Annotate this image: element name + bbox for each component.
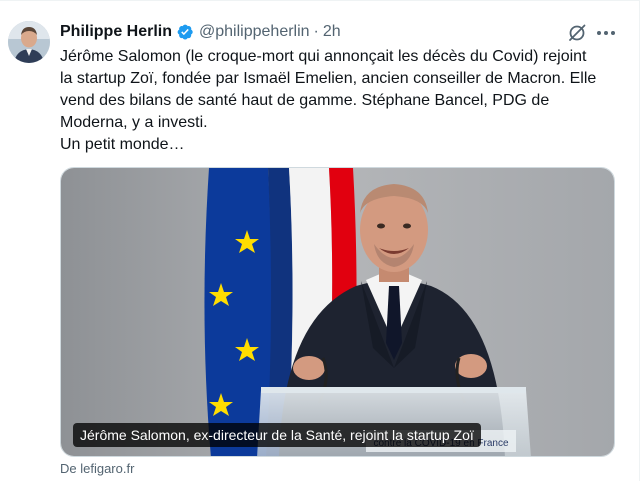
tweet-text-line: la startup Zoï, fondée par Ismaël Emelie… xyxy=(60,70,597,87)
tweet[interactable]: Philippe Herlin @philippeherlin · 2h Jér… xyxy=(0,0,640,481)
tweet-text: Jérôme Salomon (le croque-mort qui annon… xyxy=(60,46,632,156)
tweet-text-line: Moderna, y a investi. xyxy=(60,114,208,131)
tweet-text-line: vend des bilans de santé haut de gamme. … xyxy=(60,92,550,109)
more-options-icon[interactable] xyxy=(595,23,617,43)
verified-badge-icon xyxy=(176,23,194,41)
card-source-link[interactable]: De lefigaro.fr xyxy=(60,461,134,476)
author-name[interactable]: Philippe Herlin xyxy=(60,23,172,41)
card-photo: contre la COVID-19 en France xyxy=(61,168,614,456)
header-separator: · xyxy=(313,23,319,40)
author-handle[interactable]: @philippeherlin xyxy=(199,23,310,41)
tweet-text-line: Jérôme Salomon (le croque-mort qui annon… xyxy=(60,48,587,65)
tweet-text-line: Un petit monde… xyxy=(60,136,185,153)
tweet-timestamp[interactable]: 2h xyxy=(323,23,341,41)
tweet-header: Philippe Herlin @philippeherlin · 2h xyxy=(60,21,341,43)
link-card-image[interactable]: contre la COVID-19 en France Jérôme Salo… xyxy=(60,167,615,457)
card-caption: Jérôme Salomon, ex-directeur de la Santé… xyxy=(73,423,481,447)
author-avatar[interactable] xyxy=(8,21,50,63)
avatar-image xyxy=(8,21,50,63)
grok-icon[interactable] xyxy=(567,23,587,43)
